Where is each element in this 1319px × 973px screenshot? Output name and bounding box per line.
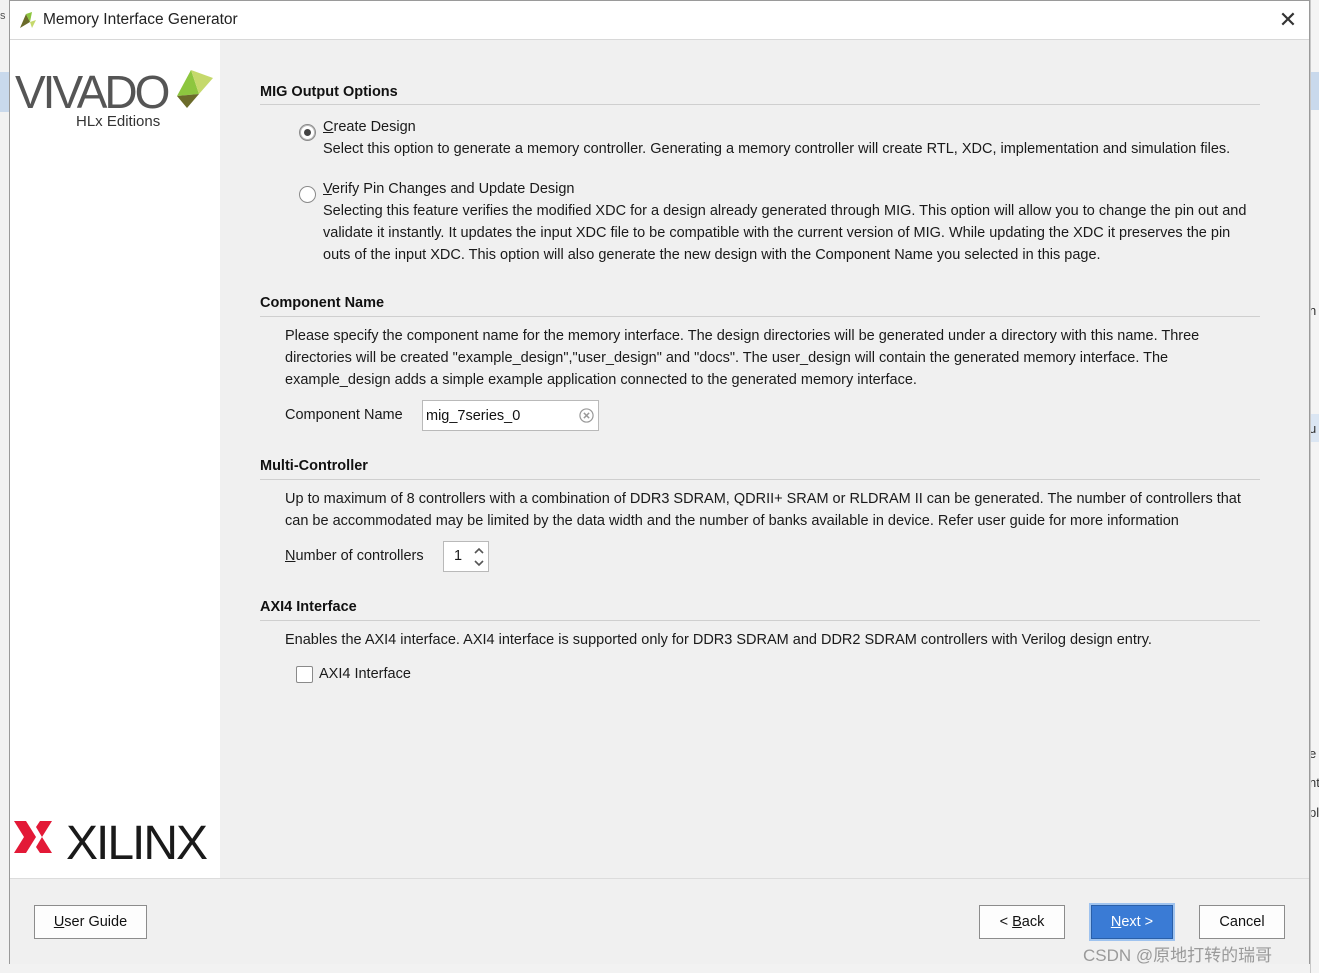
create-design-label[interactable]: Create Design (323, 116, 416, 138)
section-divider (260, 620, 1260, 621)
section-heading-component-name: Component Name (260, 295, 385, 311)
next-button[interactable]: Next > (1091, 905, 1173, 939)
create-design-description: Select this option to generate a memory … (323, 141, 1231, 157)
multi-controller-description-line: Up to maximum of 8 controllers with a co… (285, 491, 1241, 507)
back-button[interactable]: < Back (979, 905, 1065, 939)
user-guide-button[interactable]: User Guide (34, 905, 147, 939)
axi4-interface-checkbox-label[interactable]: AXI4 Interface (319, 663, 411, 685)
component-description-line: directories will be created "example_des… (285, 350, 1169, 366)
xilinx-logo: XILINX (14, 817, 210, 867)
window-title: Memory Interface Generator (43, 11, 238, 28)
background-text-fragment: nt (1311, 775, 1319, 790)
multi-controller-description-line: can be accommodated may be limited by th… (285, 513, 1179, 529)
verify-description-line: outs of the input XDC. This option will … (323, 247, 1101, 263)
background-text-fragment: pl (1311, 805, 1319, 820)
vivado-logo: VIVADO HLx Editions (15, 66, 213, 130)
component-name-field[interactable] (422, 400, 599, 431)
chevron-down-icon[interactable] (472, 557, 486, 569)
title-bar: Memory Interface Generator ✕ (10, 1, 1309, 40)
number-of-controllers-label: Number of controllers (285, 548, 424, 564)
create-design-radio[interactable] (299, 124, 316, 141)
close-button[interactable]: ✕ (1267, 1, 1309, 39)
chevron-up-icon[interactable] (472, 545, 486, 557)
background-text-fragment: u (1311, 421, 1316, 436)
cancel-button[interactable]: Cancel (1199, 905, 1285, 939)
component-name-label: Component Name (285, 407, 403, 423)
section-heading-axi4: AXI4 Interface (260, 599, 357, 615)
background-selected-row (0, 72, 9, 112)
branding-sidebar: VIVADO HLx Editions XILINX (10, 40, 221, 878)
vivado-edition-text: HLx Editions (76, 113, 160, 130)
axi4-description: Enables the AXI4 interface. AXI4 interfa… (285, 632, 1152, 648)
section-divider (260, 104, 1260, 105)
xilinx-wordmark: XILINX (66, 817, 208, 867)
component-description-line: Please specify the component name for th… (285, 328, 1200, 344)
verify-description-line: validate it instantly. It updates the in… (323, 225, 1231, 241)
axi4-interface-checkbox[interactable] (296, 666, 313, 683)
background-selected-row (1311, 72, 1319, 110)
section-divider (260, 479, 1260, 480)
main-panel: MIG Output Options Create Design Select … (220, 40, 1309, 878)
component-description-line: example_design adds a simple example app… (285, 372, 917, 388)
vivado-wordmark: VIVADO (15, 66, 169, 118)
background-text-fragment: s (0, 10, 6, 22)
clear-icon[interactable] (579, 408, 594, 423)
background-window-right-edge: n u e nt pl (1310, 0, 1319, 973)
background-text-fragment: e (1311, 746, 1316, 761)
watermark-text: CSDN @原地打转的瑞哥 (1083, 946, 1273, 965)
vivado-app-icon (20, 12, 36, 28)
section-heading-mig-output: MIG Output Options (260, 84, 398, 100)
section-heading-multi-controller: Multi-Controller (260, 458, 368, 474)
component-name-input[interactable] (426, 401, 576, 430)
verify-pin-changes-radio[interactable] (299, 186, 316, 203)
number-of-controllers-value[interactable]: 1 (454, 548, 462, 564)
verify-description-line: Selecting this feature verifies the modi… (323, 203, 1247, 219)
mig-dialog: Memory Interface Generator ✕ VIVADO HLx … (9, 0, 1310, 964)
verify-pin-changes-label[interactable]: Verify Pin Changes and Update Design (323, 178, 575, 200)
section-divider (260, 316, 1260, 317)
number-of-controllers-spinner[interactable]: 1 (443, 541, 489, 572)
background-text-fragment: n (1311, 303, 1316, 318)
close-icon: ✕ (1278, 7, 1298, 32)
